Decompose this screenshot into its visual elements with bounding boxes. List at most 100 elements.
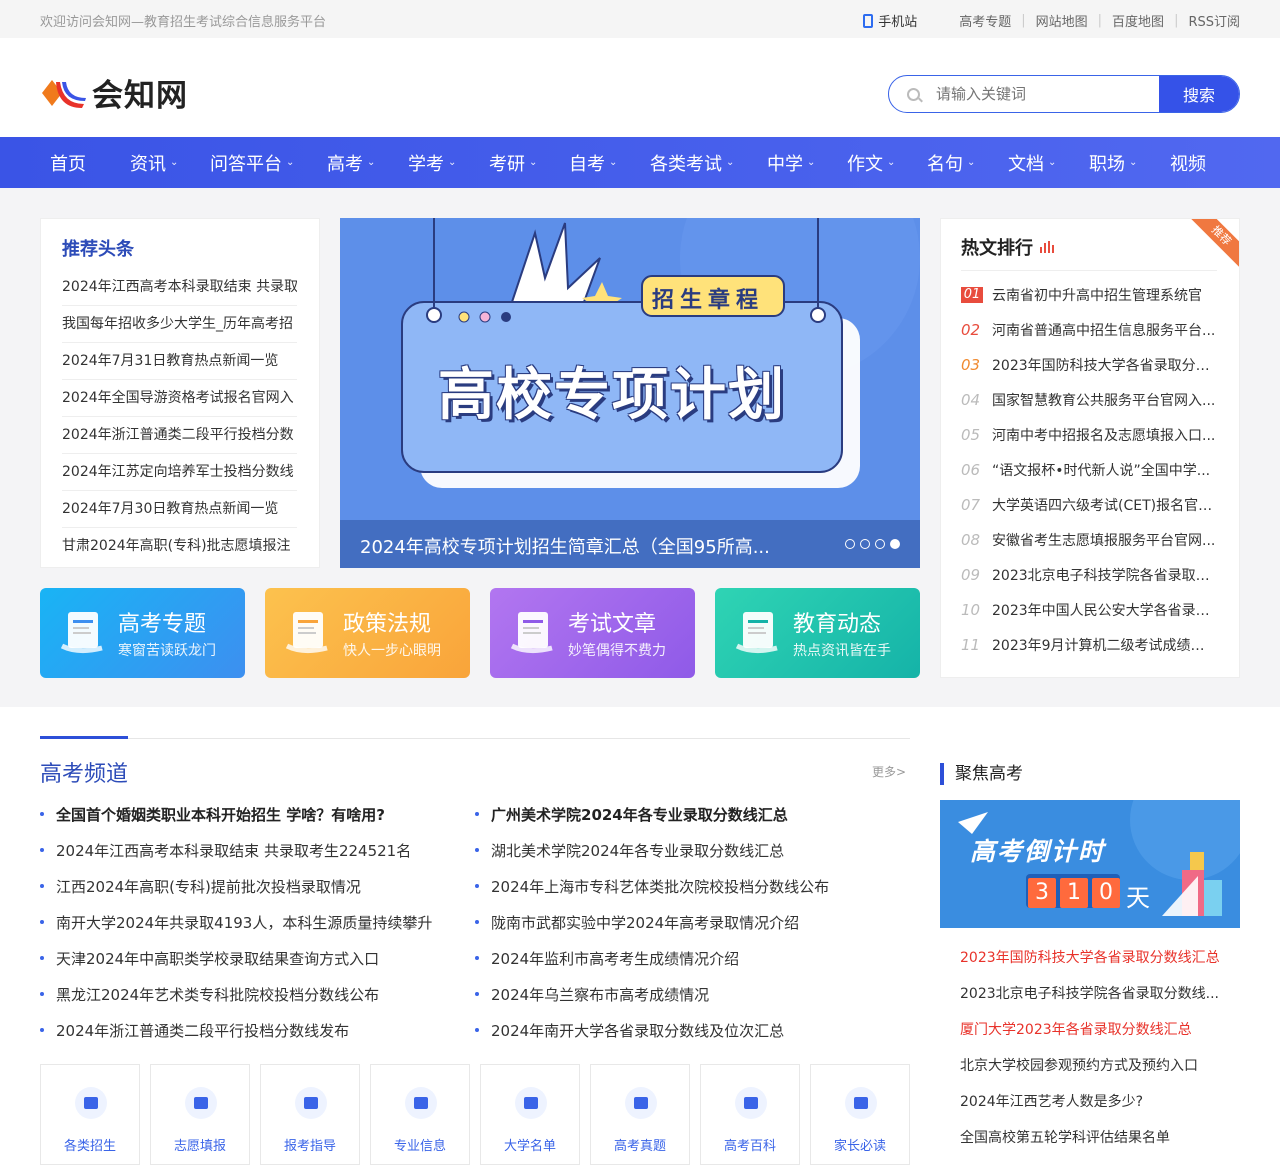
gaokao-article-link[interactable]: 湖北美术学院2024年各专业录取分数线汇总 — [475, 832, 829, 868]
hot-item-title: 2023年9月计算机二级考试成绩查... — [992, 637, 1216, 654]
focus-item[interactable]: 2023年国防科技大学各省录取分数线汇总 — [960, 939, 1230, 975]
top-link-rss[interactable]: RSS订阅 — [1188, 11, 1240, 30]
focus-item[interactable]: 北京大学校园参观预约方式及预约入口 — [960, 1047, 1230, 1083]
article-title: 2024年上海市专科艺体类批次院校投档分数线公布 — [491, 877, 830, 896]
hot-item[interactable]: 11 2023年9月计算机二级考试成绩查... — [961, 627, 1219, 662]
focus-item[interactable]: 2023北京电子科技学院各省录取分数线... — [960, 975, 1230, 1011]
banner-carousel[interactable]: 招生章程 高校专项计划 2024年高校专项计划招生简章汇总（全国95所高... — [340, 218, 920, 568]
carousel-dot[interactable] — [845, 539, 855, 549]
quick-link-icon — [405, 1087, 437, 1119]
quick-link[interactable]: 报考指导 — [260, 1064, 360, 1165]
recommend-item[interactable]: 2024年7月30日教育热点新闻一览 — [62, 491, 297, 528]
hot-item[interactable]: 03 2023年国防科技大学各省录取分数... — [961, 347, 1219, 382]
nav-item-13[interactable]: 视频 — [1170, 150, 1206, 176]
article-title: 南开大学2024年共录取4193人，本科生源质量持续攀升 — [56, 913, 433, 932]
hot-item[interactable]: 10 2023年中国人民公安大学各省录取... — [961, 592, 1219, 627]
focus-item[interactable]: 全国高校第五轮学科评估结果名单 — [960, 1119, 1230, 1155]
gaokao-article-link[interactable]: 江西2024年高职(专科)提前批次投档录取情况 — [40, 868, 432, 904]
quick-link[interactable]: 高考百科 — [700, 1064, 800, 1165]
hot-item[interactable]: 07 大学英语四六级考试(CET)报名官网... — [961, 487, 1219, 522]
bullet-dot — [475, 812, 479, 816]
nav-item-4[interactable]: 学考 ⌄ — [408, 150, 489, 176]
feature-card[interactable]: 教育动态 热点资讯皆在手 — [715, 588, 920, 678]
top-link-sitemap[interactable]: 网站地图 — [1036, 11, 1088, 30]
hot-item-title: 安徽省考生志愿填报服务平台官网... — [992, 532, 1216, 549]
book-w-icon — [508, 608, 560, 658]
recommend-item[interactable]: 2024年全国导游资格考试报名官网入 — [62, 380, 297, 417]
gaokao-article-link[interactable]: 广州美术学院2024年各专业录取分数线汇总 — [475, 796, 829, 832]
quick-link[interactable]: 家长必读 — [810, 1064, 910, 1165]
quick-link[interactable]: 各类招生 — [40, 1064, 140, 1165]
feature-card[interactable]: 考试文章 妙笔偶得不费力 — [490, 588, 695, 678]
gaokao-article-link[interactable]: 2024年监利市高考考生成绩情况介绍 — [475, 940, 829, 976]
gaokao-article-link[interactable]: 天津2024年中高职类学校录取结果查询方式入口 — [40, 940, 432, 976]
site-logo[interactable]: 会知网 — [40, 70, 188, 115]
carousel-dot[interactable] — [875, 539, 885, 549]
top-link-baidu-map[interactable]: 百度地图 — [1112, 11, 1164, 30]
quick-link[interactable]: 专业信息 — [370, 1064, 470, 1165]
nav-item-7[interactable]: 各类考试 ⌄ — [650, 150, 767, 176]
top-link-gaokao-topic[interactable]: 高考专题 — [959, 11, 1011, 30]
gaokao-article-link[interactable]: 陇南市武都实验中学2024年高考录取情况介绍 — [475, 904, 829, 940]
recommend-item[interactable]: 2024年江西高考本科录取结束 共录取 — [62, 269, 297, 306]
nav-label: 资讯 — [130, 153, 166, 175]
hot-item[interactable]: 04 国家智慧教育公共服务平台官网入... — [961, 382, 1219, 417]
nav-item-0[interactable]: 首页 — [50, 150, 130, 176]
recommend-item[interactable]: 2024年7月31日教育热点新闻一览 — [62, 343, 297, 380]
search-button[interactable]: 搜索 — [1159, 76, 1239, 112]
quick-link-label: 大学名单 — [503, 1139, 556, 1154]
nav-item-8[interactable]: 中学 ⌄ — [767, 150, 847, 176]
rank-number: 06 — [961, 460, 981, 479]
quick-link[interactable]: 大学名单 — [480, 1064, 580, 1165]
recommend-item[interactable]: 我国每年招收多少大学生_历年高考招 — [62, 306, 297, 343]
hot-item[interactable]: 08 安徽省考生志愿填报服务平台官网... — [961, 522, 1219, 557]
gaokao-article-link[interactable]: 黑龙江2024年艺术类专科批院校投档分数线公布 — [40, 976, 432, 1012]
chevron-down-icon: ⌄ — [529, 157, 538, 168]
gaokao-article-link[interactable]: 2024年南开大学各省录取分数线及位次汇总 — [475, 1012, 829, 1048]
search-input[interactable] — [936, 85, 1136, 103]
nav-item-1[interactable]: 资讯 ⌄ — [130, 150, 210, 176]
nav-item-9[interactable]: 作文 ⌄ — [847, 150, 927, 176]
hot-item[interactable]: 05 河南中考中招报名及志愿填报入口... — [961, 417, 1219, 452]
gaokao-article-link[interactable]: 2024年乌兰察布市高考成绩情况 — [475, 976, 829, 1012]
quick-link-label: 高考百科 — [723, 1139, 776, 1154]
nav-item-3[interactable]: 高考 ⌄ — [327, 150, 408, 176]
recommend-item[interactable]: 甘肃2024年高职(专科)批志愿填报注 — [62, 528, 297, 565]
card-title: 教育动态 — [793, 612, 882, 637]
feature-card[interactable]: 政策法规 快人一步心眼明 — [265, 588, 470, 678]
gaokao-article-link[interactable]: 2024年上海市专科艺体类批次院校投档分数线公布 — [475, 868, 829, 904]
nav-item-12[interactable]: 职场 ⌄ — [1089, 150, 1170, 176]
recommend-item[interactable]: 2024年江苏定向培养军士投档分数线 — [62, 454, 297, 491]
countdown-banner[interactable]: 高考倒计时 310 天 — [940, 800, 1240, 928]
nav-item-10[interactable]: 名句 ⌄ — [927, 150, 1008, 176]
hot-item[interactable]: 01 云南省初中升高中招生管理系统官 — [961, 277, 1219, 312]
mobile-site-link[interactable]: 手机站 — [863, 11, 917, 30]
nav-item-11[interactable]: 文档 ⌄ — [1008, 150, 1089, 176]
bullet-dot — [40, 812, 44, 816]
newspaper-icon — [733, 608, 785, 658]
gaokao-article-link[interactable]: 2024年浙江普通类二段平行投档分数线发布 — [40, 1012, 432, 1048]
recommend-item[interactable]: 2024年浙江普通类二段平行投档分数 — [62, 417, 297, 454]
quick-link[interactable]: 志愿填报 — [150, 1064, 250, 1165]
carousel-dot[interactable] — [890, 539, 900, 549]
focus-item[interactable]: 2024年江西艺考人数是多少? — [960, 1083, 1230, 1119]
hot-item[interactable]: 02 河南省普通高中招生信息服务平台... — [961, 312, 1219, 347]
nav-item-6[interactable]: 自考 ⌄ — [569, 150, 650, 176]
nav-label: 职场 — [1089, 153, 1125, 175]
banner-caption[interactable]: 2024年高校专项计划招生简章汇总（全国95所高... — [340, 520, 920, 568]
hot-item-title: 2023年中国人民公安大学各省录取... — [992, 602, 1216, 619]
nav-item-2[interactable]: 问答平台 ⌄ — [210, 150, 327, 176]
document-pen-icon — [283, 608, 335, 658]
more-link[interactable]: 更多> — [872, 763, 906, 780]
nav-item-5[interactable]: 考研 ⌄ — [489, 150, 569, 176]
hot-item[interactable]: 06 “语文报杯•时代新人说”全国中学... — [961, 452, 1219, 487]
gaokao-article-link[interactable]: 全国首个婚姻类职业本科开始招生 学啥？有啥用? — [40, 796, 432, 832]
quick-link[interactable]: 高考真题 — [590, 1064, 690, 1165]
feature-card[interactable]: 高考专题 寒窗苦读跃龙门 — [40, 588, 245, 678]
chevron-down-icon: ⌄ — [807, 157, 816, 168]
hot-item[interactable]: 09 2023北京电子科技学院各省录取分... — [961, 557, 1219, 592]
focus-item[interactable]: 厦门大学2023年各省录取分数线汇总 — [960, 1011, 1230, 1047]
gaokao-article-link[interactable]: 南开大学2024年共录取4193人，本科生源质量持续攀升 — [40, 904, 432, 940]
carousel-dot[interactable] — [860, 539, 870, 549]
gaokao-article-link[interactable]: 2024年江西高考本科录取结束 共录取考生224521名 — [40, 832, 432, 868]
